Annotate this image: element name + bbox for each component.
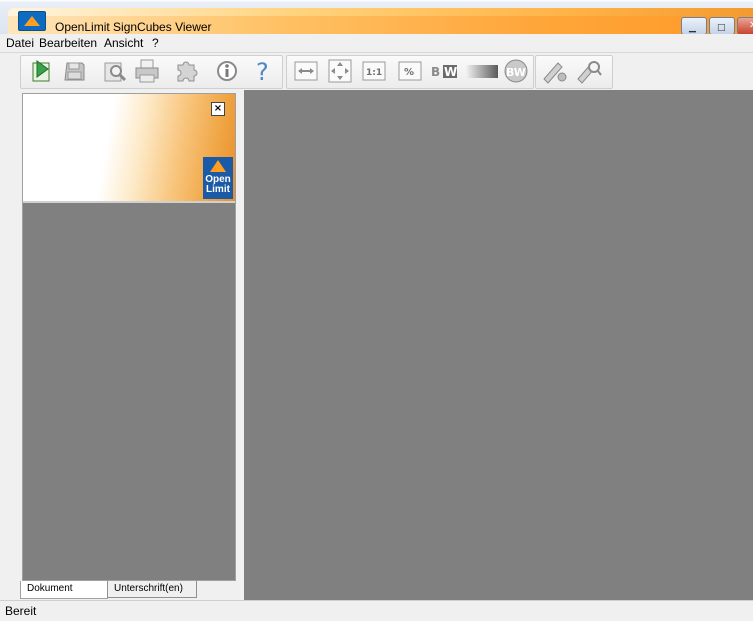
preview-button[interactable] <box>101 57 129 85</box>
banner-close-button[interactable]: × <box>211 102 225 116</box>
preview-icon <box>104 62 127 82</box>
print-button[interactable] <box>133 57 161 85</box>
close-button[interactable]: ✕ <box>737 17 753 35</box>
tab-dokument[interactable]: Dokument <box>20 581 108 599</box>
black-white-icon: B W <box>431 65 457 79</box>
grayscale-icon <box>466 65 498 78</box>
actual-size-button[interactable]: 1:1 <box>360 57 388 85</box>
plugin-button[interactable] <box>172 57 200 85</box>
openlimit-logo: Open Limit <box>203 157 233 199</box>
help-icon: ? <box>256 58 269 85</box>
document-viewer[interactable] <box>244 90 753 600</box>
menu-bearbeiten[interactable]: Bearbeiten <box>39 36 97 50</box>
close-icon: ✕ <box>749 21 753 31</box>
title-bar[interactable]: OpenLimit SignCubes Viewer ▁ □ ✕ <box>0 0 753 35</box>
verify-signature-button[interactable] <box>540 57 568 85</box>
percent-zoom-button[interactable]: % <box>396 57 424 85</box>
fit-page-button[interactable] <box>326 57 354 85</box>
fit-width-button[interactable] <box>292 57 320 85</box>
app-logo-icon[interactable] <box>18 11 46 31</box>
openlimit-banner: × Open Limit <box>23 94 235 203</box>
black-white-button[interactable]: B W <box>430 57 460 85</box>
window-controls: ▁ □ ✕ <box>681 17 753 35</box>
bw-toggle-icon: BW <box>504 59 528 83</box>
fit-width-icon <box>294 61 318 81</box>
signature-search-button[interactable] <box>574 57 602 85</box>
save-icon <box>64 62 85 81</box>
menu-ansicht[interactable]: Ansicht <box>104 36 143 50</box>
info-icon <box>217 61 237 81</box>
window-title: OpenLimit SignCubes Viewer <box>55 20 212 34</box>
svg-text:%: % <box>404 67 414 78</box>
fit-page-icon <box>328 59 352 83</box>
maximize-button[interactable]: □ <box>709 17 735 35</box>
minimize-icon: ▁ <box>689 23 696 33</box>
status-bar: Bereit <box>0 600 753 621</box>
svg-text:?: ? <box>256 58 269 85</box>
actual-size-icon: 1:1 <box>362 61 386 81</box>
bw-toggle-button[interactable]: BW <box>502 57 530 85</box>
menu-bar: Datei Bearbeiten Ansicht ? <box>0 34 753 52</box>
document-pane: × Open Limit <box>18 90 240 582</box>
verify-signature-icon <box>543 62 567 84</box>
svg-text:BW: BW <box>506 66 526 79</box>
info-button[interactable] <box>213 57 241 85</box>
open-document-button[interactable] <box>28 57 56 85</box>
print-icon <box>135 59 159 83</box>
svg-text:1:1: 1:1 <box>366 68 382 78</box>
svg-text:W: W <box>444 65 457 79</box>
signature-search-icon <box>577 61 602 84</box>
maximize-icon: □ <box>717 23 726 33</box>
help-button[interactable]: ? <box>249 57 277 85</box>
menu-datei[interactable]: Datei <box>6 36 34 50</box>
status-text: Bereit <box>5 604 37 618</box>
grayscale-button[interactable] <box>464 57 500 85</box>
minimize-button[interactable]: ▁ <box>681 17 707 35</box>
svg-text:B: B <box>431 65 440 79</box>
open-document-icon <box>32 60 50 82</box>
logo-text-limit: Limit <box>206 184 230 195</box>
document-thumbnail-area[interactable]: × Open Limit <box>22 93 236 581</box>
percent-zoom-icon: % <box>398 61 422 81</box>
tab-unterschriften[interactable]: Unterschrift(en) <box>107 581 197 598</box>
toolbar: ? 1:1 % B W BW <box>0 52 753 91</box>
puzzle-icon <box>177 61 198 82</box>
menu-help[interactable]: ? <box>152 36 159 50</box>
save-button[interactable] <box>60 57 88 85</box>
